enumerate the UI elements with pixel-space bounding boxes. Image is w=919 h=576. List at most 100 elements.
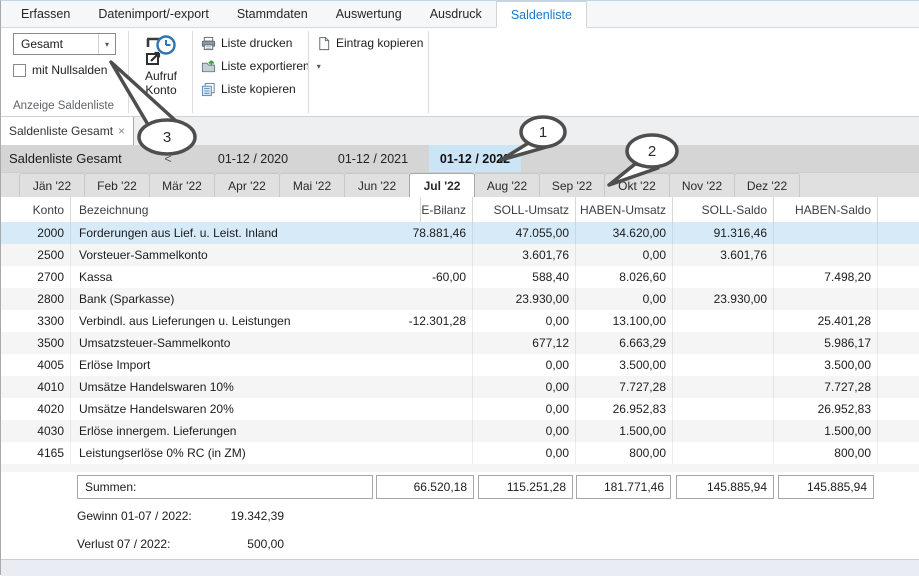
- period-2020[interactable]: 01-12 / 2020: [211, 145, 295, 172]
- cell-soll_umsatz: 677,12: [473, 332, 576, 354]
- column-header-e-bilanz[interactable]: E-Bilanz: [421, 197, 473, 222]
- month-tab-dez-22[interactable]: Dez '22: [734, 173, 800, 197]
- ribbon-tab-erfassen[interactable]: Erfassen: [7, 1, 84, 27]
- copy-list-icon: [201, 82, 216, 97]
- table-row-4010[interactable]: 4010Umsätze Handelswaren 10%0,007.727,28…: [1, 376, 919, 398]
- table-row-3300[interactable]: 3300Verbindl. aus Lieferungen u. Leistun…: [1, 310, 919, 332]
- table-row-2800[interactable]: 2800Bank (Sparkasse)23.930,000,0023.930,…: [1, 288, 919, 310]
- table-header: Konto Bezeichnung E-Bilanz SOLL-Umsatz H…: [1, 197, 919, 222]
- column-header-soll-saldo[interactable]: SOLL-Saldo: [673, 197, 774, 222]
- cell-filler: [878, 332, 919, 354]
- month-tab-jun-22[interactable]: Jun '22: [344, 173, 410, 197]
- page-title: Saldenliste Gesamt: [9, 145, 122, 172]
- cell-soll_umsatz: 0,00: [473, 376, 576, 398]
- account-clock-icon: [143, 33, 179, 69]
- cell-e_bilanz: 78.881,46: [421, 222, 473, 244]
- open-account-button[interactable]: Aufruf Konto: [132, 31, 190, 115]
- cell-soll_saldo: 23.930,00: [673, 288, 774, 310]
- view-dropdown[interactable]: Gesamt ▾: [13, 33, 116, 55]
- print-list-button[interactable]: Liste drucken: [201, 34, 292, 52]
- cell-e_bilanz: -12.301,28: [421, 310, 473, 332]
- cell-soll_saldo: [673, 310, 774, 332]
- month-tab-aug-22[interactable]: Aug '22: [474, 173, 540, 197]
- back-chevron-icon[interactable]: <: [159, 145, 177, 172]
- cell-konto: 4030: [1, 420, 71, 442]
- clipped-table-row[interactable]: [1, 464, 919, 472]
- loss-label: Verlust 07 / 2022:: [77, 536, 170, 552]
- month-tab-sep-22[interactable]: Sep '22: [539, 173, 605, 197]
- column-header-haben-saldo[interactable]: HABEN-Saldo: [774, 197, 878, 222]
- cell-haben_saldo: 25.401,28: [774, 310, 878, 332]
- ribbon-tab-auswertung[interactable]: Auswertung: [322, 1, 416, 27]
- cell-e_bilanz: -60,00: [421, 266, 473, 288]
- month-tab-m-r-22[interactable]: Mär '22: [149, 173, 215, 197]
- document-tab-bar: Saldenliste Gesamt ×: [1, 117, 919, 145]
- ribbon-tab-datenimport-export[interactable]: Datenimport/-export: [84, 1, 222, 27]
- cell-soll_umsatz: 23.930,00: [473, 288, 576, 310]
- cell-konto: 2700: [1, 266, 71, 288]
- table-row-2000[interactable]: 2000Forderungen aus Lief. u. Leist. Inla…: [1, 222, 919, 244]
- cell-haben_saldo: 26.952,83: [774, 398, 878, 420]
- cell-konto: 4010: [1, 376, 71, 398]
- checkbox-icon[interactable]: [13, 64, 26, 77]
- cell-filler: [878, 244, 919, 266]
- column-header-haben-umsatz[interactable]: HABEN-Umsatz: [576, 197, 673, 222]
- table-row-4165[interactable]: 4165Leistungserlöse 0% RC (in ZM)0,00800…: [1, 442, 919, 464]
- cell-bezeichnung: Forderungen aus Lief. u. Leist. Inland: [71, 222, 421, 244]
- table-row-4005[interactable]: 4005Erlöse Import0,003.500,003.500,00: [1, 354, 919, 376]
- cell-bezeichnung: Kassa: [71, 266, 421, 288]
- null-balance-checkbox[interactable]: mit Nullsalden: [13, 63, 107, 77]
- month-tab-j-n-22[interactable]: Jän '22: [19, 173, 85, 197]
- copy-list-button[interactable]: Liste kopieren: [201, 80, 296, 98]
- month-tab-mai-22[interactable]: Mai '22: [279, 173, 345, 197]
- ribbon-tab-saldenliste[interactable]: Saldenliste: [496, 1, 587, 28]
- ribbon-separator: [428, 31, 429, 113]
- ribbon-separator: [192, 31, 193, 113]
- cell-e_bilanz: [421, 376, 473, 398]
- table-row-4030[interactable]: 4030Erlöse innergem. Lieferungen0,001.50…: [1, 420, 919, 442]
- table-row-4020[interactable]: 4020Umsätze Handelswaren 20%0,0026.952,8…: [1, 398, 919, 420]
- column-header-konto[interactable]: Konto: [1, 197, 71, 222]
- cell-soll_saldo: [673, 266, 774, 288]
- cell-bezeichnung: Leistungserlöse 0% RC (in ZM): [71, 442, 421, 464]
- export-list-button[interactable]: Liste exportieren ▾: [201, 57, 321, 75]
- month-tab-nov-22[interactable]: Nov '22: [669, 173, 735, 197]
- period-2021[interactable]: 01-12 / 2021: [331, 145, 415, 172]
- ribbon-tab-ausdruck[interactable]: Ausdruck: [416, 1, 496, 27]
- cell-haben_saldo: 800,00: [774, 442, 878, 464]
- chevron-down-icon[interactable]: ▾: [317, 62, 321, 71]
- cell-bezeichnung: Erlöse Import: [71, 354, 421, 376]
- month-tab-strip: Jän '22Feb '22Mär '22Apr '22Mai '22Jun '…: [1, 172, 919, 197]
- document-tab-label: Saldenliste Gesamt: [9, 124, 113, 138]
- cell-filler: [878, 442, 919, 464]
- column-header-soll-umsatz[interactable]: SOLL-Umsatz: [473, 197, 576, 222]
- export-icon: [201, 59, 216, 74]
- cell-konto: 2000: [1, 222, 71, 244]
- ribbon-tab-stammdaten[interactable]: Stammdaten: [223, 1, 322, 27]
- cell-filler: [878, 376, 919, 398]
- cell-bezeichnung: Verbindl. aus Lieferungen u. Leistungen: [71, 310, 421, 332]
- profit-value: 19.342,39: [179, 508, 284, 524]
- profit-label: Gewinn 01-07 / 2022:: [77, 508, 192, 524]
- total-value-box-3: 145.885,94: [676, 475, 774, 499]
- table-row-2500[interactable]: 2500Vorsteuer-Sammelkonto3.601,760,003.6…: [1, 244, 919, 266]
- table-row-3500[interactable]: 3500Umsatzsteuer-Sammelkonto677,126.663,…: [1, 332, 919, 354]
- month-tab-feb-22[interactable]: Feb '22: [84, 173, 150, 197]
- table-row-2700[interactable]: 2700Kassa-60,00588,408.026,607.498,20: [1, 266, 919, 288]
- cell-konto: 3300: [1, 310, 71, 332]
- cell-haben_umsatz: 26.952,83: [576, 398, 673, 420]
- period-2022-selected[interactable]: 01-12 / 2022: [429, 145, 521, 172]
- copy-entry-button[interactable]: Eintrag kopieren: [317, 34, 423, 52]
- month-tab-okt-22[interactable]: Okt '22: [604, 173, 670, 197]
- column-header-bezeichnung[interactable]: Bezeichnung: [71, 197, 421, 222]
- chevron-down-icon[interactable]: ▾: [98, 34, 115, 54]
- cell-soll_umsatz: 0,00: [473, 420, 576, 442]
- month-tab-jul-22[interactable]: Jul '22: [409, 173, 475, 197]
- cell-soll_umsatz: 47.055,00: [473, 222, 576, 244]
- ribbon-tab-strip: ErfassenDatenimport/-exportStammdatenAus…: [1, 1, 919, 28]
- month-tab-apr-22[interactable]: Apr '22: [214, 173, 280, 197]
- document-tab-saldenliste-gesamt[interactable]: Saldenliste Gesamt ×: [1, 117, 134, 145]
- cell-filler: [878, 222, 919, 244]
- cell-e_bilanz: [421, 442, 473, 464]
- close-icon[interactable]: ×: [118, 124, 125, 138]
